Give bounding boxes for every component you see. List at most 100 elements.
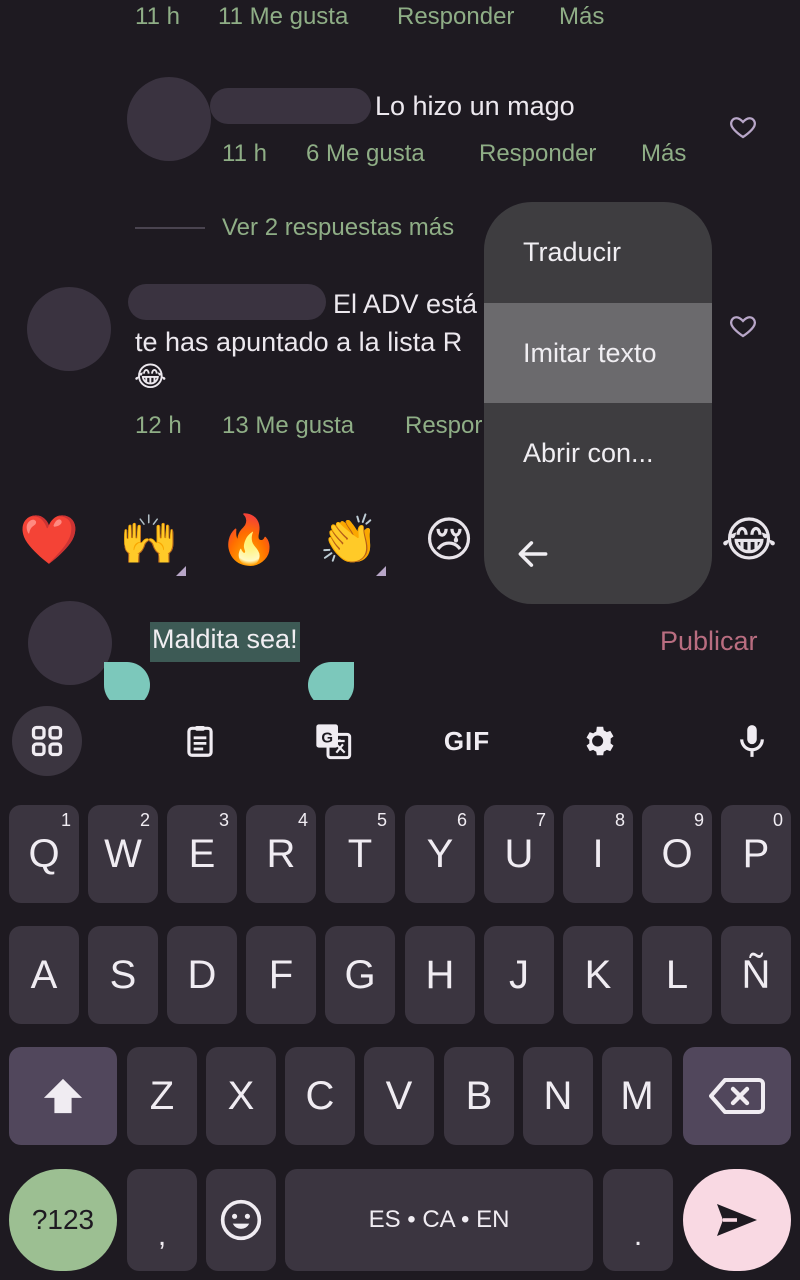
key-label: E: [188, 831, 216, 876]
settings-button[interactable]: [573, 714, 627, 768]
key-a[interactable]: A: [9, 926, 79, 1024]
redacted-username[interactable]: [128, 284, 326, 320]
avatar[interactable]: [127, 77, 211, 161]
key-f[interactable]: F: [246, 926, 316, 1024]
menu-item-imitate-text[interactable]: Imitar texto: [484, 303, 712, 403]
key-d[interactable]: D: [167, 926, 237, 1024]
comment-likes[interactable]: 13 Me gusta: [222, 412, 354, 440]
menu-item-translate[interactable]: Traducir: [484, 202, 712, 302]
shift-arrow-icon: [43, 1078, 83, 1114]
translate-button[interactable]: G: [306, 714, 360, 768]
comment-time: 11 h: [222, 140, 267, 167]
key-hint: 2: [139, 810, 150, 830]
backspace-icon: [709, 1078, 765, 1114]
divider-line: [135, 227, 205, 229]
key-r[interactable]: R4: [246, 805, 316, 903]
key-hint: 1: [60, 810, 71, 830]
comma-key[interactable]: ,: [127, 1169, 197, 1271]
key-w[interactable]: W2: [88, 805, 158, 903]
send-key[interactable]: [683, 1169, 791, 1271]
backspace-key[interactable]: [683, 1047, 791, 1145]
symbols-key[interactable]: ?123: [9, 1169, 117, 1271]
key-b[interactable]: B: [444, 1047, 514, 1145]
comment-likes[interactable]: 6 Me gusta: [306, 140, 425, 168]
comment-input-selected-text[interactable]: Maldita sea!: [150, 622, 300, 662]
emoji-laughing[interactable]: 😂: [714, 510, 784, 570]
emoji-clapping[interactable]: 👏: [314, 510, 384, 570]
key-c[interactable]: C: [285, 1047, 355, 1145]
key-h[interactable]: H: [405, 926, 475, 1024]
gif-button[interactable]: GIF: [439, 714, 495, 768]
arrow-back-icon[interactable]: [514, 535, 552, 573]
comment-reply-button[interactable]: Responder: [479, 140, 596, 168]
key-hint: 5: [376, 810, 387, 830]
key-j[interactable]: J: [484, 926, 554, 1024]
comment-text: Lo hizo un mago: [375, 91, 575, 121]
key-t[interactable]: T5: [325, 805, 395, 903]
key-label: Q: [28, 831, 60, 876]
comment-likes[interactable]: 11 Me gusta: [218, 3, 348, 31]
translate-icon: G: [316, 724, 352, 760]
key-label: W: [104, 831, 142, 876]
emoji-crying[interactable]: 😢: [414, 510, 484, 570]
key-n-tilde[interactable]: Ñ: [721, 926, 791, 1024]
key-label: P: [742, 831, 770, 876]
smiley-icon: [220, 1199, 262, 1241]
key-hint: 0: [772, 810, 783, 830]
emoji-key[interactable]: [206, 1169, 276, 1271]
period-key[interactable]: .: [603, 1169, 673, 1271]
comment-reply-button[interactable]: Respor: [405, 412, 482, 440]
gear-icon: [586, 726, 614, 756]
key-o[interactable]: O9: [642, 805, 712, 903]
avatar[interactable]: [27, 287, 111, 371]
text-selection-context-menu: Traducir Imitar texto Abrir con...: [484, 202, 712, 604]
key-i[interactable]: I8: [563, 805, 633, 903]
key-g[interactable]: G: [325, 926, 395, 1024]
svg-text:G: G: [321, 730, 333, 747]
menu-item-open-with[interactable]: Abrir con...: [484, 403, 712, 503]
key-label: T: [347, 831, 373, 876]
key-s[interactable]: S: [88, 926, 158, 1024]
key-label: Y: [426, 831, 454, 876]
comment-more-button[interactable]: Más: [641, 140, 686, 168]
redacted-username[interactable]: [210, 88, 371, 124]
variant-indicator: [176, 566, 186, 576]
emoji-raising-hands[interactable]: 🙌: [114, 510, 184, 570]
key-label: R: [266, 831, 296, 876]
voice-input-button[interactable]: [725, 714, 779, 768]
clipboard-icon: [187, 725, 213, 757]
heart-icon[interactable]: [728, 112, 758, 142]
key-k[interactable]: K: [563, 926, 633, 1024]
view-more-replies-link[interactable]: Ver 2 respuestas más: [222, 214, 454, 242]
key-y[interactable]: Y6: [405, 805, 475, 903]
key-u[interactable]: U7: [484, 805, 554, 903]
comment-time: 11 h: [135, 3, 180, 30]
comment-text-line1: El ADV está: [333, 289, 478, 319]
key-x[interactable]: X: [206, 1047, 276, 1145]
key-hint: 3: [218, 810, 229, 830]
heart-icon[interactable]: [728, 311, 758, 341]
comment-reply-button[interactable]: Responder: [397, 3, 514, 31]
publish-button[interactable]: Publicar: [660, 626, 758, 657]
comment-text-line2: te has apuntado a la lista R: [135, 327, 463, 357]
key-e[interactable]: E3: [167, 805, 237, 903]
key-hint: 6: [456, 810, 467, 830]
key-hint: 7: [535, 810, 546, 830]
laughing-emoji: 😂: [134, 360, 167, 393]
space-key[interactable]: ES • CA • EN: [285, 1169, 593, 1271]
emoji-fire[interactable]: 🔥: [214, 510, 284, 570]
key-n[interactable]: N: [523, 1047, 593, 1145]
key-hint: 9: [693, 810, 704, 830]
key-z[interactable]: Z: [127, 1047, 197, 1145]
comment-more-button[interactable]: Más: [559, 3, 604, 31]
key-q[interactable]: Q1: [9, 805, 79, 903]
key-v[interactable]: V: [364, 1047, 434, 1145]
key-p[interactable]: P0: [721, 805, 791, 903]
variant-indicator: [376, 566, 386, 576]
shift-key[interactable]: [9, 1047, 117, 1145]
emoji-heart[interactable]: ❤️: [14, 510, 84, 570]
key-l[interactable]: L: [642, 926, 712, 1024]
avatar: [28, 601, 112, 685]
key-m[interactable]: M: [602, 1047, 672, 1145]
clipboard-button[interactable]: [173, 714, 227, 768]
